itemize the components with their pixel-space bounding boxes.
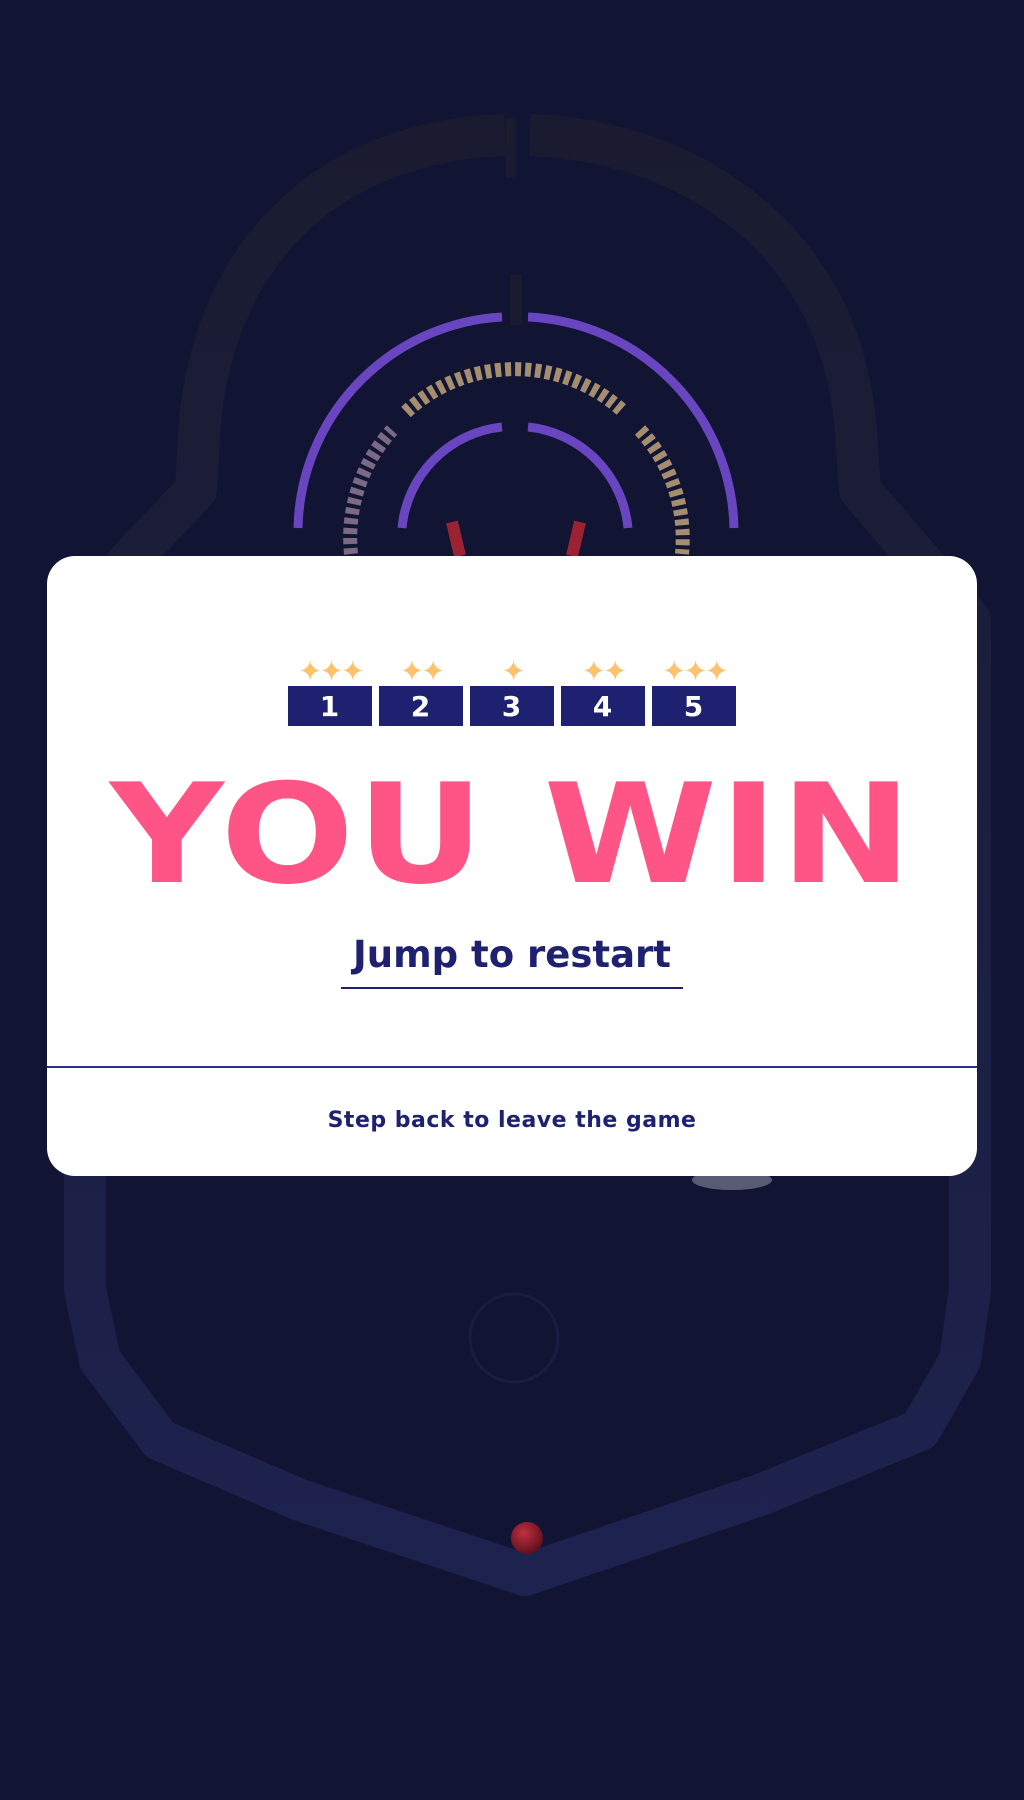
player-ball	[511, 1522, 543, 1554]
level-3-box: 3	[470, 686, 554, 726]
outer-ring-left	[293, 312, 503, 529]
level-2: ✦✦ 2	[379, 652, 463, 726]
inner-ring-left	[397, 422, 503, 529]
level-5-stars: ✦✦✦	[662, 654, 729, 688]
win-dialog: ✦✦✦ 1 ✦✦ 2 ✦ 3 ✦✦ 4 ✦✦✦ 5 YOU WIN Jump t…	[47, 556, 977, 1176]
level-5: ✦✦✦ 5	[652, 652, 736, 726]
inner-ring-right	[527, 422, 633, 529]
gate-post-left	[506, 118, 516, 178]
leave-game-hint: Step back to leave the game	[327, 1108, 697, 1133]
level-4: ✦✦ 4	[561, 652, 645, 726]
restart-row: Jump to restart	[47, 936, 977, 989]
divider	[47, 1066, 977, 1068]
level-1-box: 1	[288, 686, 372, 726]
pattern-ring-left	[343, 425, 398, 555]
level-progress: ✦✦✦ 1 ✦✦ 2 ✦ 3 ✦✦ 4 ✦✦✦ 5	[47, 652, 977, 726]
level-1: ✦✦✦ 1	[288, 652, 372, 726]
level-2-stars: ✦✦	[399, 654, 446, 688]
level-4-stars: ✦✦	[581, 654, 628, 688]
level-2-box: 2	[379, 686, 463, 726]
level-3: ✦ 3	[470, 652, 554, 726]
restart-button[interactable]: Jump to restart	[341, 936, 683, 989]
start-hole	[468, 1292, 560, 1384]
center-post	[510, 275, 522, 325]
outer-ring-right	[527, 312, 739, 529]
level-1-stars: ✦✦✦	[298, 654, 365, 688]
center-goal	[446, 520, 586, 558]
level-3-stars: ✦	[501, 654, 525, 688]
pattern-ring-right	[634, 425, 690, 555]
level-4-box: 4	[561, 686, 645, 726]
level-5-box: 5	[652, 686, 736, 726]
result-title: YOU WIN	[109, 754, 915, 915]
pattern-ring-top	[401, 362, 629, 418]
